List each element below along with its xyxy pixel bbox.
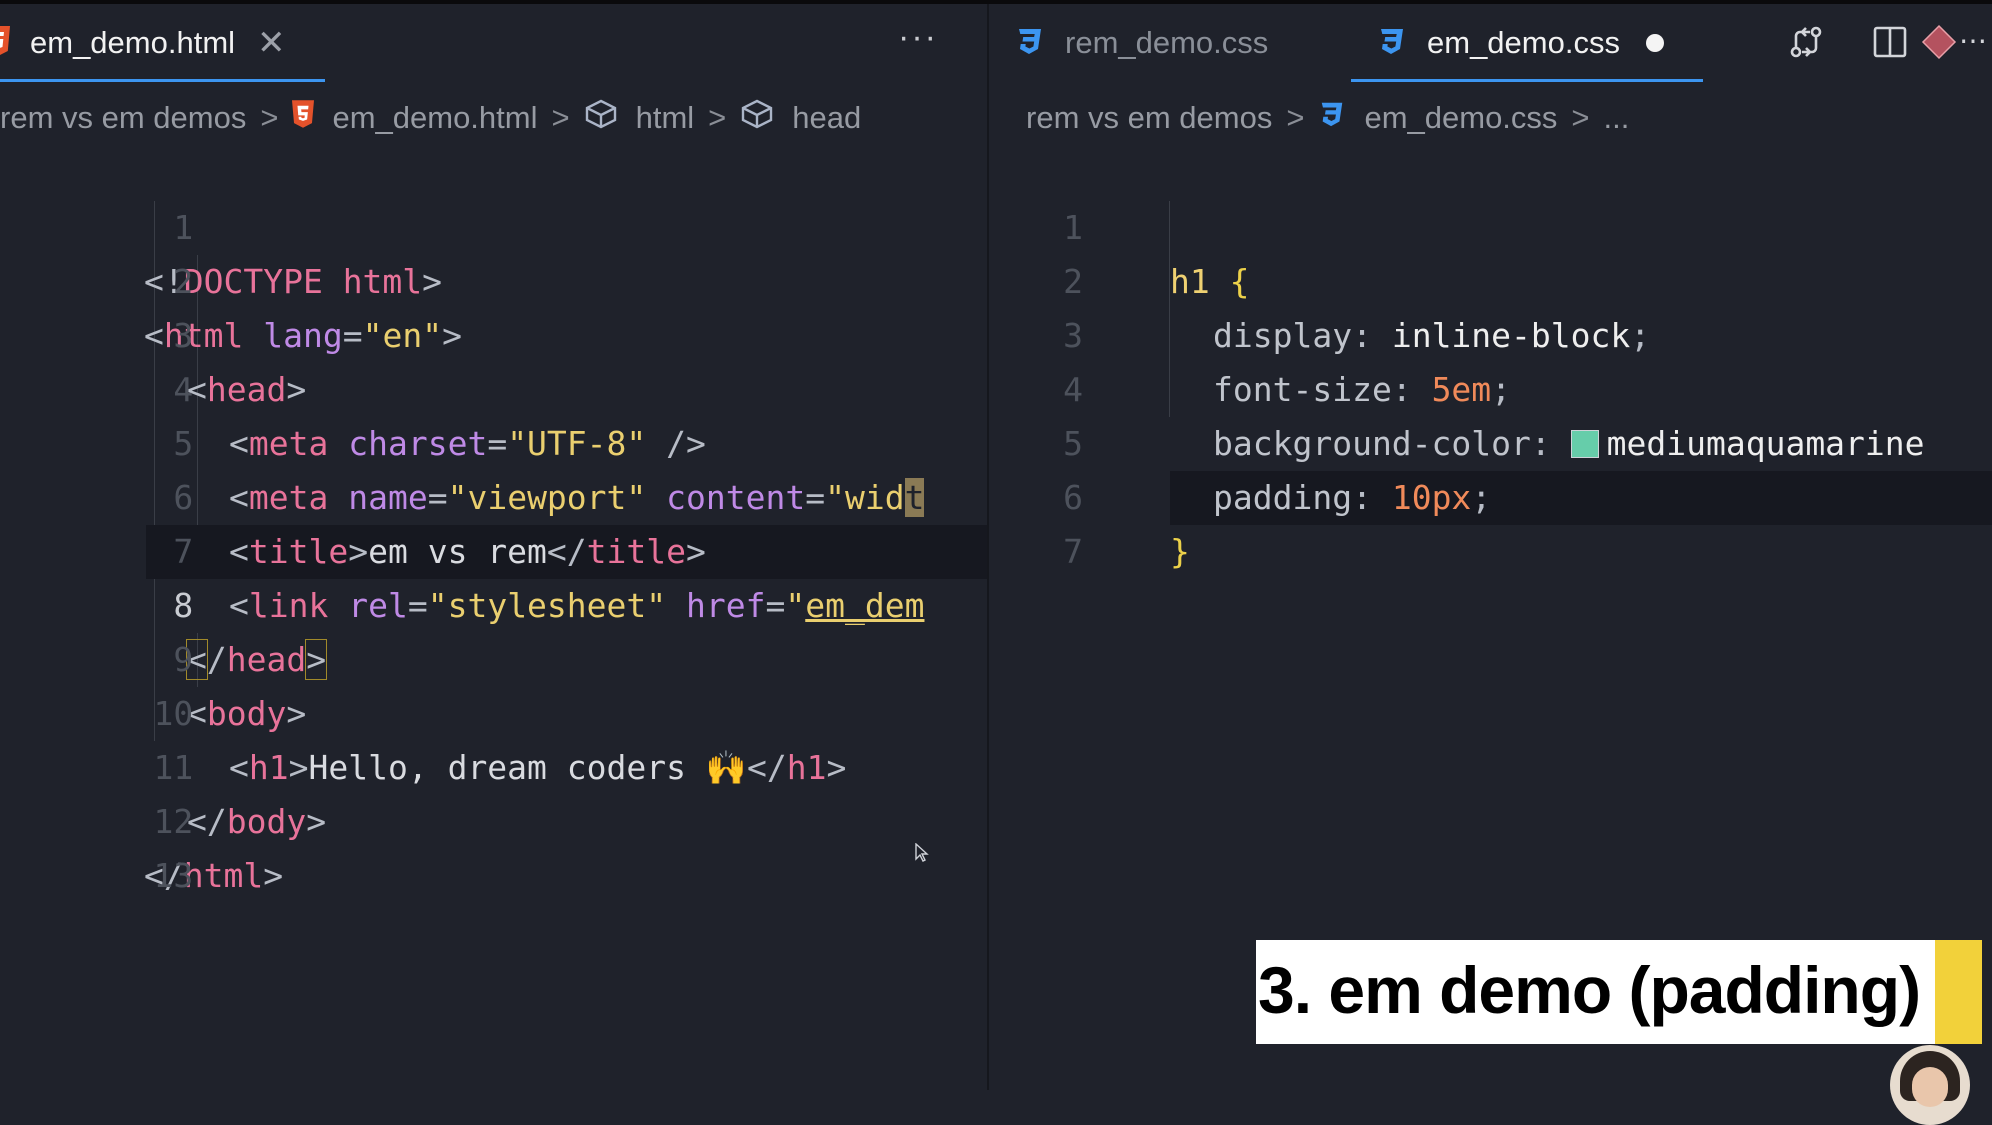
tab-rem-demo-css[interactable]: rem_demo.css — [1015, 4, 1268, 82]
code-line: 6 <title>em vs rem</title> — [0, 417, 987, 571]
code-line: 1 <!DOCTYPE html> — [0, 147, 987, 301]
code-line-current: 8 </head> — [0, 525, 987, 680]
tab-label: em_demo.css — [1427, 25, 1620, 60]
code-line: 5 padding: 10px; — [989, 363, 1992, 517]
breadcrumb-folder[interactable]: rem vs em demos — [1026, 100, 1272, 136]
code-line: 10 <h1>Hello, dream coders 🙌</h1> — [0, 633, 987, 787]
tab-em-demo-html[interactable]: em_demo.html ✕ — [0, 4, 286, 82]
breadcrumb-html[interactable]: html — [636, 100, 695, 136]
chevron-right-icon: > — [551, 100, 570, 135]
code-line: 2 display: inline-block; — [989, 201, 1992, 355]
code-line: 5 <meta name="viewport" content="widt — [0, 363, 987, 517]
css3-icon — [1318, 100, 1346, 136]
code-line: 13 — [0, 795, 987, 895]
css-editor-tabbar: rem_demo.css em_demo.css ⋯ — [989, 4, 1992, 82]
line-number: 7 — [1063, 532, 1083, 571]
breadcrumb-more[interactable]: ... — [1604, 100, 1630, 136]
split-editor-icon[interactable] — [1870, 22, 1910, 67]
more-actions-icon[interactable]: ⋯ — [1959, 24, 1987, 57]
chevron-right-icon: > — [1286, 100, 1305, 135]
html-editor-pane: em_demo.html ✕ ··· rem vs em demos > em_… — [0, 4, 987, 1090]
html5-icon — [0, 25, 10, 61]
breadcrumb: rem vs em demos > em_demo.css > ... — [989, 82, 1992, 154]
html-editor-tabbar: em_demo.html ✕ ··· — [0, 4, 987, 82]
code-line: 3 font-size: 5em; — [989, 255, 1992, 409]
code-line: 12 </html> — [0, 741, 987, 895]
code-line: 4 <meta charset="UTF-8" /> — [0, 309, 987, 463]
tab-label: rem_demo.css — [1065, 25, 1269, 60]
compare-changes-icon[interactable] — [1786, 22, 1826, 67]
breadcrumb-file[interactable]: em_demo.css — [1364, 100, 1557, 136]
presenter-avatar — [1890, 1045, 1970, 1125]
tab-em-demo-css[interactable]: em_demo.css — [1377, 4, 1664, 82]
breadcrumb-head[interactable]: head — [792, 100, 861, 136]
video-caption-text: 3. em demo (padding) — [1258, 953, 1921, 1027]
code-line: 4 background-color: mediumaquamarine — [989, 309, 1992, 463]
unsaved-dot-icon[interactable] — [1645, 34, 1664, 52]
chevron-right-icon: > — [708, 100, 727, 135]
code-line: 9 <body> — [0, 579, 987, 733]
code-line: 11 </body> — [0, 687, 987, 841]
cube-icon — [584, 99, 618, 137]
chevron-right-icon: > — [1571, 100, 1590, 135]
css3-icon — [1377, 26, 1407, 61]
code-line: 2 <html lang="en"> — [0, 201, 987, 355]
caption-accent-bar — [1935, 940, 1982, 1044]
code-line-current: 7 — [989, 471, 1992, 571]
code-line: 1 h1 { — [989, 147, 1992, 301]
cube-icon — [740, 99, 774, 137]
code-line: 6 } — [989, 417, 1992, 571]
close-tab-icon[interactable]: ✕ — [257, 23, 286, 63]
tab-label: em_demo.html — [30, 25, 236, 60]
more-actions-icon[interactable]: ··· — [898, 18, 938, 57]
html5-icon — [292, 100, 315, 136]
code-line: 7 <link rel="stylesheet" href="em_dem — [0, 471, 987, 625]
chevron-right-icon: > — [260, 100, 279, 135]
mouse-pointer-icon — [915, 842, 929, 868]
code-line: 3 <head> — [0, 255, 987, 409]
breadcrumb: rem vs em demos > em_demo.html > html > … — [0, 82, 987, 154]
css3-icon — [1015, 26, 1045, 61]
breadcrumb-folder[interactable]: rem vs em demos — [0, 100, 246, 136]
line-number: 13 — [153, 856, 194, 895]
css-editor-pane: rem_demo.css em_demo.css ⋯ rem vs em dem… — [989, 4, 1992, 1090]
git-diamond-icon[interactable] — [1919, 22, 1959, 67]
breadcrumb-file[interactable]: em_demo.html — [332, 100, 537, 136]
